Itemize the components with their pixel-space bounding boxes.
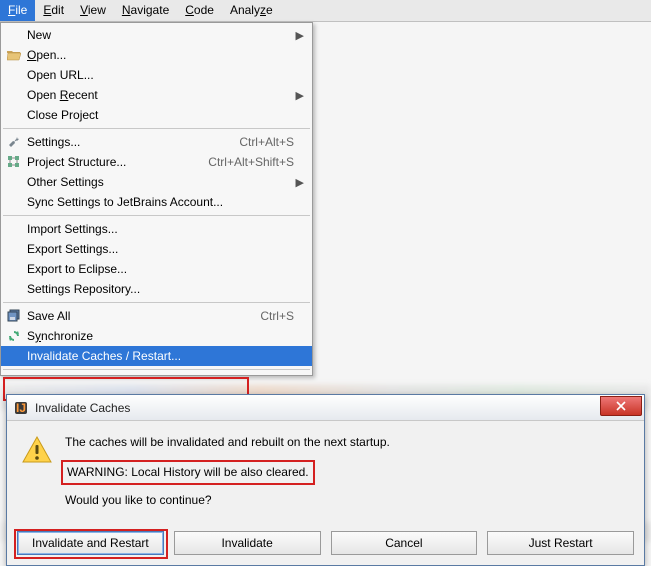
file-menu-dropdown: New ▶ Open... Open URL... Open Recent ▶ … [0, 22, 313, 376]
dialog-title: Invalidate Caches [35, 401, 600, 415]
menu-label: Invalidate Caches / Restart... [27, 349, 294, 363]
menu-label: Settings... [27, 135, 229, 149]
blank-icon [5, 107, 23, 123]
menu-label: Close Project [27, 108, 294, 122]
blank-icon [5, 221, 23, 237]
invalidate-button[interactable]: Invalidate [174, 531, 321, 555]
menu-label: Project Structure... [27, 155, 198, 169]
menubar-navigate[interactable]: Navigate [114, 0, 177, 21]
menu-separator [3, 302, 310, 303]
dialog-titlebar: IJ Invalidate Caches [7, 395, 644, 421]
submenu-arrow-icon: ▶ [294, 89, 304, 102]
cancel-button[interactable]: Cancel [331, 531, 478, 555]
blank-icon [5, 27, 23, 43]
menu-label: New [27, 28, 294, 42]
menu-sync-settings[interactable]: Sync Settings to JetBrains Account... [1, 192, 312, 212]
dialog-title-icon: IJ [13, 400, 29, 416]
menu-separator [3, 369, 310, 370]
save-all-icon [5, 308, 23, 324]
menu-settings-repository[interactable]: Settings Repository... [1, 279, 312, 299]
dialog-button-row: Invalidate and Restart Invalidate Cancel… [7, 525, 644, 565]
invalidate-and-restart-button[interactable]: Invalidate and Restart [17, 531, 164, 555]
menu-shortcut: Ctrl+Alt+Shift+S [208, 155, 294, 169]
sync-icon [5, 328, 23, 344]
blank-icon [5, 281, 23, 297]
dialog-message: The caches will be invalidated and rebui… [65, 433, 630, 517]
menu-label: Save All [27, 309, 250, 323]
menu-label: Open... [27, 48, 294, 62]
menu-label: Open URL... [27, 68, 294, 82]
menu-label: Open Recent [27, 88, 294, 102]
menu-label: Export to Eclipse... [27, 262, 294, 276]
blank-icon [5, 67, 23, 83]
folder-open-icon [5, 47, 23, 63]
menu-new[interactable]: New ▶ [1, 25, 312, 45]
blank-icon [5, 261, 23, 277]
menu-open-url[interactable]: Open URL... [1, 65, 312, 85]
menubar: File Edit View Navigate Code Analyze [0, 0, 651, 22]
blank-icon [5, 87, 23, 103]
menubar-file[interactable]: File [0, 0, 35, 21]
menubar-analyze[interactable]: Analyze [222, 0, 281, 21]
warning-icon [21, 435, 55, 467]
menu-label: Other Settings [27, 175, 294, 189]
structure-icon [5, 154, 23, 170]
menu-synchronize[interactable]: Synchronize [1, 326, 312, 346]
blank-icon [5, 348, 23, 364]
menu-label: Sync Settings to JetBrains Account... [27, 195, 294, 209]
menu-label: Import Settings... [27, 222, 294, 236]
menu-shortcut: Ctrl+S [260, 309, 294, 323]
dialog-line1: The caches will be invalidated and rebui… [65, 433, 630, 452]
menu-invalidate-caches[interactable]: Invalidate Caches / Restart... [1, 346, 312, 366]
just-restart-button[interactable]: Just Restart [487, 531, 634, 555]
menu-settings[interactable]: Settings... Ctrl+Alt+S [1, 132, 312, 152]
menu-export-eclipse[interactable]: Export to Eclipse... [1, 259, 312, 279]
menu-label: Settings Repository... [27, 282, 294, 296]
menu-other-settings[interactable]: Other Settings ▶ [1, 172, 312, 192]
close-button[interactable] [600, 396, 642, 416]
menu-separator [3, 128, 310, 129]
menu-open[interactable]: Open... [1, 45, 312, 65]
menu-separator [3, 215, 310, 216]
menubar-code[interactable]: Code [177, 0, 222, 21]
highlight-annotation: WARNING: Local History will be also clea… [61, 460, 315, 485]
dialog-line3: Would you like to continue? [65, 491, 630, 510]
invalidate-caches-dialog: IJ Invalidate Caches The caches will be … [6, 394, 645, 566]
menu-shortcut: Ctrl+Alt+S [239, 135, 294, 149]
menu-close-project[interactable]: Close Project [1, 105, 312, 125]
menubar-view[interactable]: View [72, 0, 114, 21]
menu-import-settings[interactable]: Import Settings... [1, 219, 312, 239]
menu-label: Export Settings... [27, 242, 294, 256]
menu-label: Synchronize [27, 329, 294, 343]
blank-icon [5, 194, 23, 210]
submenu-arrow-icon: ▶ [294, 29, 304, 42]
menu-project-structure[interactable]: Project Structure... Ctrl+Alt+Shift+S [1, 152, 312, 172]
menu-save-all[interactable]: Save All Ctrl+S [1, 306, 312, 326]
submenu-arrow-icon: ▶ [294, 176, 304, 189]
menu-open-recent[interactable]: Open Recent ▶ [1, 85, 312, 105]
dialog-warning-line: WARNING: Local History will be also clea… [67, 463, 309, 482]
menubar-edit[interactable]: Edit [35, 0, 72, 21]
menu-export-settings[interactable]: Export Settings... [1, 239, 312, 259]
blank-icon [5, 174, 23, 190]
svg-text:IJ: IJ [16, 401, 26, 415]
blank-icon [5, 241, 23, 257]
wrench-icon [5, 134, 23, 150]
